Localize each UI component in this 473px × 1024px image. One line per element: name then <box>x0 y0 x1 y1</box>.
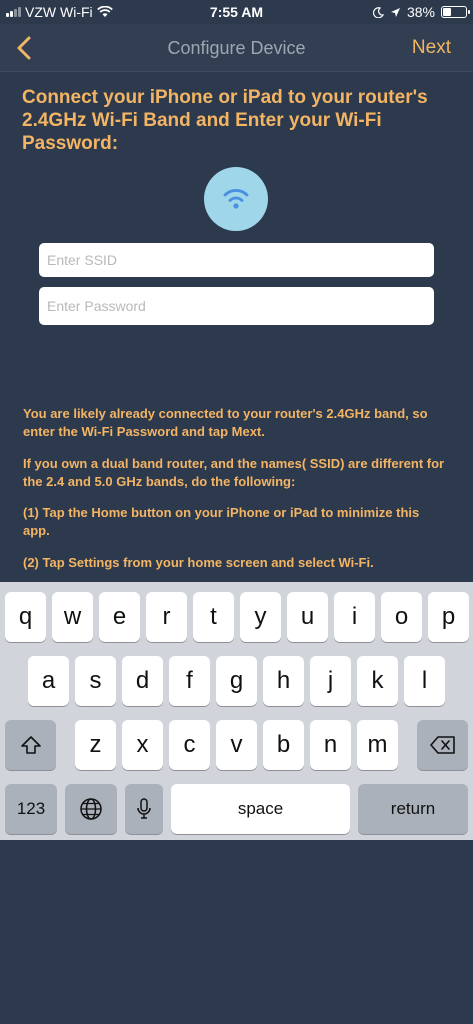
key-t[interactable]: t <box>193 592 234 642</box>
key-n[interactable]: n <box>310 720 351 770</box>
key-u[interactable]: u <box>287 592 328 642</box>
key-l[interactable]: l <box>404 656 445 706</box>
return-key[interactable]: return <box>358 784 468 834</box>
key-h[interactable]: h <box>263 656 304 706</box>
globe-key[interactable] <box>65 784 117 834</box>
instruction-paragraph-4: (2) Tap Settings from your home screen a… <box>23 555 374 570</box>
bottom-background <box>0 840 473 1024</box>
battery-percent: 38% <box>406 4 435 20</box>
shift-key[interactable] <box>5 720 56 770</box>
key-y[interactable]: y <box>240 592 281 642</box>
key-p[interactable]: p <box>428 592 469 642</box>
key-i[interactable]: i <box>334 592 375 642</box>
location-icon <box>390 7 400 17</box>
battery-fill <box>443 8 452 16</box>
instruction-paragraph-1: You are likely already connected to your… <box>23 406 428 439</box>
key-z[interactable]: z <box>75 720 116 770</box>
key-v[interactable]: v <box>216 720 257 770</box>
instruction-paragraph-3: (1) Tap the Home button on your iPhone o… <box>23 505 420 538</box>
status-bar: VZW Wi-Fi 7:55 AM 38% <box>0 0 473 24</box>
key-e[interactable]: e <box>99 592 140 642</box>
key-f[interactable]: f <box>169 656 210 706</box>
space-key[interactable]: space <box>171 784 350 834</box>
on-screen-keyboard: q w e r t y u i o p a s d f g h j k l z … <box>0 582 473 840</box>
dictation-key[interactable] <box>125 784 163 834</box>
key-a[interactable]: a <box>28 656 69 706</box>
key-g[interactable]: g <box>216 656 257 706</box>
shift-icon <box>20 736 41 754</box>
key-d[interactable]: d <box>122 656 163 706</box>
globe-icon <box>80 798 102 820</box>
backspace-icon <box>429 736 455 754</box>
key-s[interactable]: s <box>75 656 116 706</box>
navigation-bar: Configure Device Next <box>0 24 473 72</box>
battery-icon <box>441 6 470 18</box>
moon-icon <box>372 6 384 18</box>
microphone-icon <box>137 798 151 819</box>
key-j[interactable]: j <box>310 656 351 706</box>
ssid-input[interactable] <box>39 243 434 277</box>
instructions-heading: Connect your iPhone or iPad to your rout… <box>22 87 428 154</box>
key-w[interactable]: w <box>52 592 93 642</box>
wifi-icon <box>223 189 249 209</box>
key-x[interactable]: x <box>122 720 163 770</box>
key-o[interactable]: o <box>381 592 422 642</box>
page-title: Configure Device <box>167 38 306 58</box>
numbers-key[interactable]: 123 <box>5 784 57 834</box>
key-m[interactable]: m <box>357 720 398 770</box>
wifi-badge <box>204 167 268 231</box>
key-q[interactable]: q <box>5 592 46 642</box>
delete-key[interactable] <box>417 720 468 770</box>
key-c[interactable]: c <box>169 720 210 770</box>
key-k[interactable]: k <box>357 656 398 706</box>
next-button[interactable]: Next <box>412 37 451 59</box>
status-right: 38% <box>372 4 470 20</box>
password-input[interactable] <box>39 287 434 325</box>
key-b[interactable]: b <box>263 720 304 770</box>
key-r[interactable]: r <box>146 592 187 642</box>
instruction-paragraph-2: If you own a dual band router, and the n… <box>23 456 445 489</box>
